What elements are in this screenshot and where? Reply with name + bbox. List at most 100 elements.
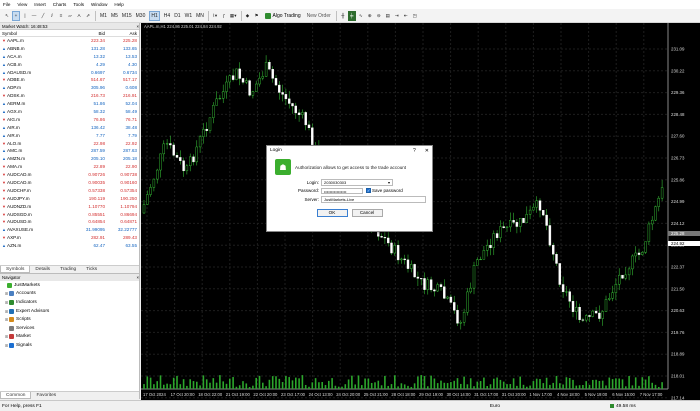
table-row[interactable]: ▼AXP.m 282.91 289.43 — [0, 234, 139, 242]
table-row[interactable]: ▼ALO.m 22.98 22.92 — [0, 140, 139, 148]
navigator-item[interactable]: ⊞ Expert Advisors — [0, 307, 139, 316]
timeframe-mn[interactable]: MN — [196, 13, 204, 19]
menu-window[interactable]: Window — [91, 2, 107, 7]
table-row[interactable]: ▼AUDSGD.m 0.85551 0.86694 — [0, 211, 139, 219]
ok-button[interactable]: OK — [316, 208, 348, 217]
login-combobox[interactable]: 2030030303 ▾ — [321, 179, 393, 186]
chart-shift-icon[interactable]: ⇤ — [402, 11, 410, 21]
table-row[interactable]: ▲AIR.m 136.42 38.48 — [0, 124, 139, 132]
save-password-checkbox[interactable]: ✓ — [366, 188, 371, 194]
table-row[interactable]: ▼AUDCHF.m 0.57338 0.57354 — [0, 187, 139, 195]
symbol-name: AMZN.m — [7, 156, 26, 162]
strategy-tester-icon[interactable]: ⚑ — [253, 11, 261, 21]
algo-trading-button[interactable]: Algo Trading — [264, 12, 301, 19]
timeframe-w1[interactable]: W1 — [185, 13, 193, 19]
table-row[interactable]: ▲AVAXUSE.m 31.99095 32.22777 — [0, 226, 139, 234]
close-icon[interactable]: × — [136, 23, 139, 29]
navigator-item[interactable]: ⊞ Market — [0, 333, 139, 342]
table-row[interactable]: ▲AERM.m 51.86 52.04 — [0, 100, 139, 108]
table-row[interactable]: ▼AMA.m 22.89 22.90 — [0, 163, 139, 171]
menu-insert[interactable]: Insert — [34, 2, 46, 7]
screenshot-icon[interactable]: ◳ — [411, 11, 419, 21]
tab-ticks[interactable]: Ticks — [81, 266, 102, 273]
vertical-line-icon[interactable]: | — [21, 11, 29, 21]
column-ask[interactable]: Ask — [107, 30, 139, 36]
table-row[interactable]: ▼AUDNZD.m 1.10770 1.10794 — [0, 203, 139, 211]
table-row[interactable]: ▲ABNB.m 131.28 133.65 — [0, 45, 139, 53]
table-row[interactable]: ▲AMC.m 287.59 287.63 — [0, 147, 139, 155]
trendline-icon[interactable]: ╱ — [39, 11, 47, 21]
horizontal-line-icon[interactable]: — — [30, 11, 38, 21]
tab-trading[interactable]: Trading — [55, 266, 81, 273]
table-row[interactable]: ▼ADBE.m 514.67 517.17 — [0, 76, 139, 84]
ide-icon[interactable]: ◆ — [244, 11, 252, 21]
tab-symbols[interactable]: Symbols — [0, 266, 31, 273]
tab-details[interactable]: Details — [30, 266, 55, 273]
navigator-item[interactable]: Services — [0, 324, 139, 333]
table-row[interactable]: ▲ACA.m 13.32 13.53 — [0, 53, 139, 61]
timeframe-m5[interactable]: M5 — [111, 13, 118, 19]
timeframe-h4[interactable]: H4 — [164, 13, 170, 19]
password-field[interactable]: •••••••••••••••• — [321, 187, 363, 194]
navigator-item[interactable]: ⊞ Indicators — [0, 298, 139, 307]
zoom-in-icon[interactable]: ⊕ — [366, 11, 374, 21]
line-chart-icon[interactable]: ∿ — [357, 11, 365, 21]
channel-icon[interactable]: ⫽ — [48, 11, 56, 21]
menu-view[interactable]: View — [17, 2, 27, 7]
table-row[interactable]: ▼AUDJPY.m 190.119 190.250 — [0, 195, 139, 203]
zoom-out-icon[interactable]: ⊖ — [375, 11, 383, 21]
column-bid[interactable]: Bid — [74, 30, 107, 36]
table-row[interactable]: ▼AIG.m 76.86 76.71 — [0, 116, 139, 124]
table-row[interactable]: ▲ADP.m 305.96 0.608 — [0, 84, 139, 92]
server-field[interactable]: JustMarkets-Live — [321, 196, 426, 203]
tab-common[interactable]: Common — [0, 392, 32, 399]
table-row[interactable]: ▲ADAUSD.m 0.6697 0.6734 — [0, 69, 139, 77]
menu-charts[interactable]: Charts — [53, 2, 67, 7]
chart-type-icon[interactable]: ⌇▾ — [211, 11, 219, 21]
fibonacci-icon[interactable]: ≡ — [57, 11, 65, 21]
timeframe-d1[interactable]: D1 — [174, 13, 180, 19]
timeframe-m1[interactable]: M1 — [100, 13, 107, 19]
templates-icon[interactable]: ▦▾ — [229, 11, 238, 21]
navigator-item[interactable]: JustMarkets — [0, 281, 139, 290]
menu-help[interactable]: Help — [114, 2, 123, 7]
tab-favorites[interactable]: Favorites — [31, 392, 61, 399]
menu-tools[interactable]: Tools — [73, 2, 84, 7]
column-symbol[interactable]: Symbol — [0, 30, 74, 36]
autoscroll-icon[interactable]: ⇥ — [393, 11, 401, 21]
tile-windows-icon[interactable]: ▤ — [384, 11, 392, 21]
table-row[interactable]: ▲AGX.m 58.32 58.49 — [0, 108, 139, 116]
bar-chart-icon[interactable]: ╫ — [339, 11, 347, 21]
save-password-label[interactable]: Save password — [372, 188, 403, 193]
table-row[interactable]: ▼AUDCAD.m 0.90726 0.90738 — [0, 171, 139, 179]
arrow-cursor-icon[interactable]: ↖ — [3, 11, 11, 21]
navigator-item[interactable]: ⊞ Accounts — [0, 290, 139, 299]
cancel-button[interactable]: Cancel — [351, 208, 383, 217]
text-icon[interactable]: A — [75, 11, 83, 21]
table-row[interactable]: ▼ADSK.m 216.73 216.91 — [0, 92, 139, 100]
new-order-button[interactable]: New Order — [307, 13, 331, 19]
shapes-icon[interactable]: ▱ — [66, 11, 74, 21]
symbol-cell: ▲ABNB.m — [0, 45, 74, 53]
timeframe-m15[interactable]: M15 — [122, 13, 132, 19]
crosshair-icon[interactable]: + — [12, 10, 20, 21]
table-row[interactable]: ▲ACB.m 4.29 4.30 — [0, 61, 139, 69]
symbol-name: AERM.m — [7, 101, 26, 107]
table-row[interactable]: ▲AMZN.m 205.10 205.18 — [0, 155, 139, 163]
candlestick-chart-icon[interactable]: ╪ — [347, 10, 356, 21]
table-row[interactable]: ▼AAPL.m 223.34 225.28 — [0, 37, 139, 45]
arrow-objects-icon[interactable]: ⇗ — [84, 11, 92, 21]
timeframe-m30[interactable]: M30 — [136, 13, 146, 19]
close-icon[interactable]: × — [136, 274, 139, 281]
table-row[interactable]: ▲AZN.m 62.47 63.55 — [0, 242, 139, 250]
close-icon[interactable]: ✕ — [425, 148, 429, 154]
timeframe-h1[interactable]: H1 — [149, 10, 160, 21]
table-row[interactable]: ▼AUDUSD.m 0.64854 0.64871 — [0, 218, 139, 226]
table-row[interactable]: ▼AUDCAD.m 0.90035 0.90160 — [0, 179, 139, 187]
navigator-item[interactable]: ⊞ Signals — [0, 341, 139, 350]
menu-file[interactable]: File — [3, 2, 10, 7]
table-row[interactable]: ▲AIR.m 7.77 7.79 — [0, 132, 139, 140]
help-icon[interactable]: ? — [413, 148, 416, 154]
navigator-item[interactable]: ⊞ Scripts — [0, 315, 139, 324]
indicators-icon[interactable]: ƒ — [220, 11, 228, 21]
